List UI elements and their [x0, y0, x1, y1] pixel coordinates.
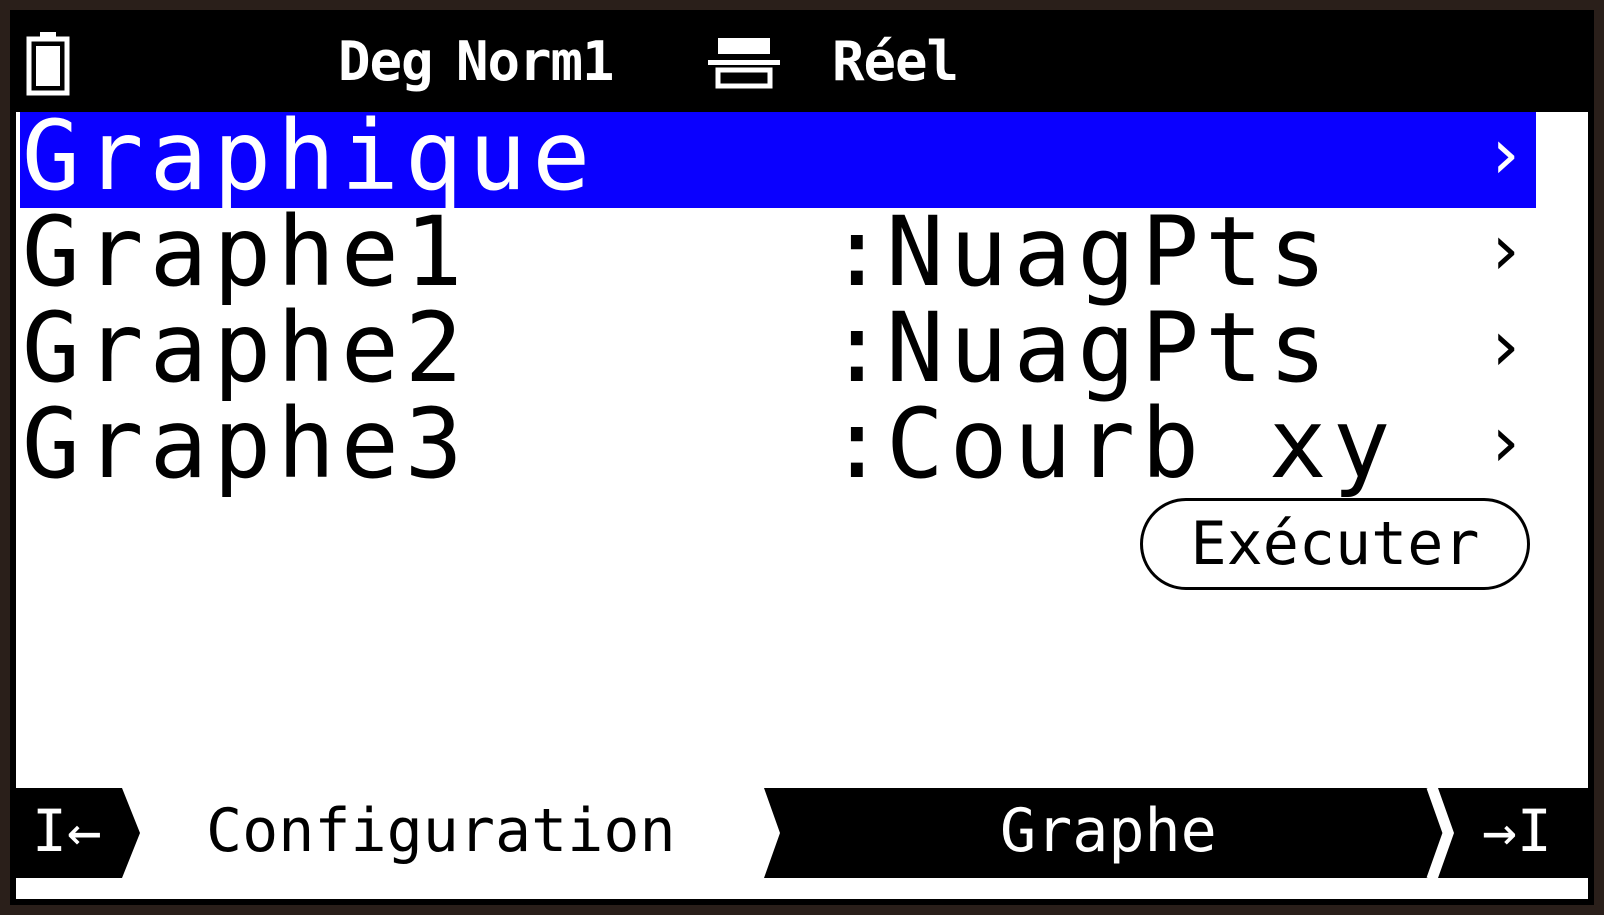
scroll-left-icon[interactable]: I← [32, 798, 102, 864]
chevron-right-icon: › [1483, 209, 1526, 291]
menu-item-value: Courb xy [886, 388, 1397, 500]
softkey-configuration[interactable]: Configuration [206, 798, 676, 864]
menu-item-graphe3[interactable]: Graphe3 : Courb xy › [20, 396, 1536, 496]
menu-item-value: NuagPts [886, 292, 1333, 404]
menu-item-graphe1[interactable]: Graphe1 : NuagPts › [20, 204, 1536, 304]
menu-item-separator: : [828, 388, 886, 500]
menu-item-label: Graphique [22, 100, 597, 212]
battery-icon [26, 32, 70, 96]
status-bar: Deg Norm1 Réel [16, 16, 1588, 112]
calculator-screen: Deg Norm1 Réel Graphique › Graphe1 : Nua… [10, 10, 1594, 905]
menu-item-separator: : [828, 196, 886, 308]
complex-mode: Réel [832, 30, 959, 93]
menu-item-separator: : [828, 292, 886, 404]
input-mode-icon [708, 38, 780, 89]
function-key-bar: I← Configuration Graphe →I [16, 788, 1588, 878]
scroll-right-icon[interactable]: →I [1482, 798, 1552, 864]
softkey-graphe[interactable]: Graphe [1000, 798, 1217, 864]
execute-button[interactable]: Exécuter [1140, 498, 1530, 590]
menu-item-label: Graphe3 [22, 388, 469, 500]
menu-item-graphe2[interactable]: Graphe2 : NuagPts › [20, 300, 1536, 400]
chevron-right-icon: › [1483, 401, 1526, 483]
display-format: Norm1 [456, 30, 615, 93]
menu-item-label: Graphe1 [22, 196, 469, 308]
menu-item-graphique[interactable]: Graphique › [20, 108, 1536, 208]
angle-mode: Deg [338, 30, 434, 93]
chevron-right-icon: › [1483, 305, 1526, 387]
menu-item-value: NuagPts [886, 196, 1333, 308]
chevron-right-icon: › [1483, 113, 1526, 195]
menu-item-label: Graphe2 [22, 292, 469, 404]
